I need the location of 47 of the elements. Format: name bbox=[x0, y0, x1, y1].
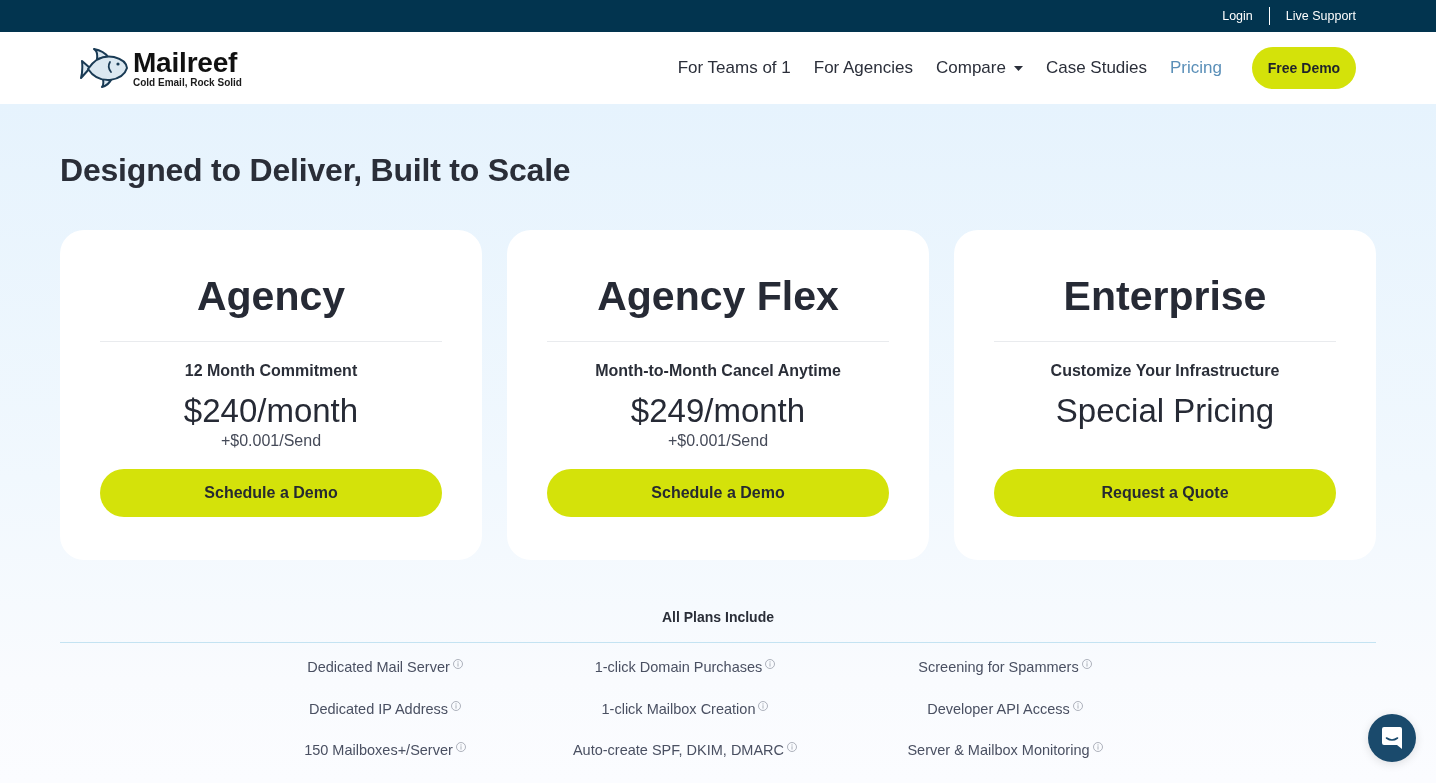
fish-logo-icon bbox=[80, 48, 128, 88]
nav-link[interactable]: For Agencies bbox=[813, 58, 913, 78]
info-icon[interactable] bbox=[1092, 742, 1103, 752]
info-icon[interactable] bbox=[1072, 700, 1083, 711]
info-icon[interactable] bbox=[451, 700, 462, 711]
info-icon[interactable] bbox=[787, 742, 798, 752]
feature-label: Dedicated IP Address bbox=[308, 699, 449, 719]
nav-link[interactable]: For Teams of 1 bbox=[677, 58, 791, 78]
logo-wordmark[interactable]: Mailreef bbox=[133, 47, 242, 77]
feature-label: Screening for Spammers bbox=[918, 658, 1079, 677]
feature-label: 1-click Mailbox Creation bbox=[601, 699, 756, 719]
plan-term: 12 Month Commitment bbox=[184, 361, 358, 381]
info-icon[interactable] bbox=[455, 742, 466, 752]
free-demo-button[interactable]: Free Demo bbox=[1252, 47, 1356, 89]
plan-price: $249/month bbox=[630, 391, 806, 431]
logo-tagline: Cold Email, Rock Solid bbox=[133, 76, 242, 89]
top-bar-link[interactable]: Login bbox=[1222, 9, 1253, 23]
plan-cta-button[interactable]: Schedule a Demo bbox=[547, 469, 889, 517]
feature-label: 150 Mailboxes+/Server bbox=[304, 741, 453, 760]
plan-name: Agency Flex bbox=[597, 272, 839, 321]
feature-label: 1-click Domain Purchases bbox=[594, 658, 763, 677]
chat-bubble-icon bbox=[1381, 726, 1403, 750]
info-icon[interactable] bbox=[765, 659, 776, 669]
info-icon[interactable] bbox=[758, 700, 769, 711]
top-bar-link[interactable]: Live Support bbox=[1285, 9, 1356, 23]
plan-cta-button[interactable]: Request a Quote bbox=[994, 469, 1336, 517]
plan-cta-button[interactable]: Schedule a Demo bbox=[100, 469, 442, 517]
page-heading: Designed to Deliver, Built to Scale bbox=[60, 151, 572, 190]
nav-link[interactable]: Pricing bbox=[1170, 58, 1222, 78]
feature-label: Auto-create SPF, DKIM, DMARC bbox=[572, 741, 785, 760]
plan-price: $240/month bbox=[183, 391, 359, 431]
info-icon[interactable] bbox=[452, 659, 463, 669]
plan-term: Month-to-Month Cancel Anytime bbox=[595, 361, 841, 381]
plan-name: Enterprise bbox=[1063, 272, 1267, 321]
plan-price: Special Pricing bbox=[1055, 391, 1275, 431]
info-icon[interactable] bbox=[1081, 659, 1092, 669]
feature-label: Server & Mailbox Monitoring bbox=[907, 741, 1090, 760]
feature-label: Dedicated Mail Server bbox=[307, 658, 450, 677]
caret-icon bbox=[1013, 65, 1023, 71]
plan-name: Agency bbox=[196, 272, 346, 321]
per-send-price: +$0.001/Send bbox=[667, 431, 769, 451]
feature-label: Developer API Access bbox=[927, 699, 1070, 719]
nav-dropdown[interactable]: Compare bbox=[936, 58, 1023, 78]
features-title: All Plans Include bbox=[662, 608, 774, 627]
nav-link[interactable]: Case Studies bbox=[1045, 58, 1148, 78]
per-send-price: +$0.001/Send bbox=[220, 431, 322, 451]
plan-term: Customize Your Infrastructure bbox=[1050, 361, 1280, 381]
